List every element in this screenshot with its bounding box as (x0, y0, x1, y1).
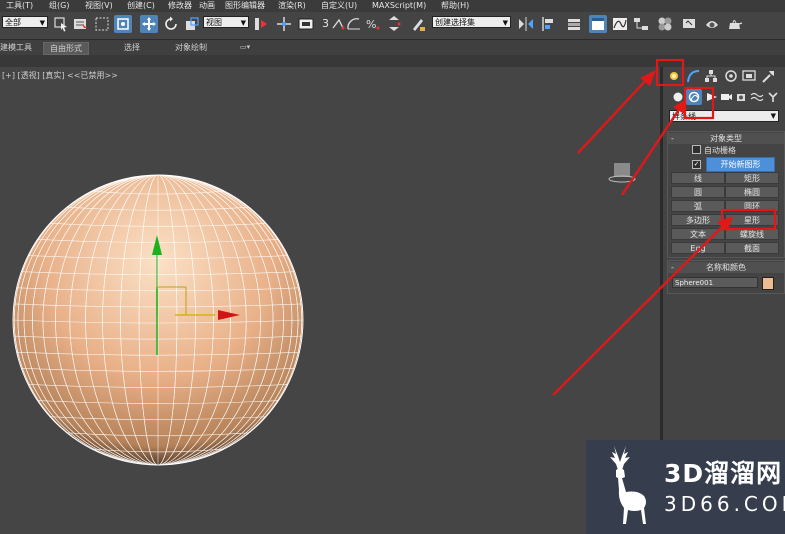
create-category-row (663, 88, 785, 106)
menu-create[interactable]: 创建(C) (127, 0, 155, 12)
menu-group[interactable]: 组(G) (49, 0, 69, 12)
menu-tools[interactable]: 工具(T) (6, 0, 33, 12)
auto-grid-checkbox[interactable]: 自动栅格 (692, 145, 736, 156)
watermark-site-name: 3D溜溜网 (664, 459, 783, 488)
pivot-center-icon[interactable] (252, 15, 270, 33)
menu-views[interactable]: 视图(V) (85, 0, 113, 12)
mirror-icon[interactable] (517, 15, 535, 33)
ribbon-options-icon[interactable]: ▭▾ (240, 42, 250, 53)
keyboard-shortcut-override-icon[interactable] (297, 15, 315, 33)
tab-freeform[interactable]: 自由形式 (43, 42, 89, 55)
selection-filter-value: 全部 (5, 18, 21, 27)
edit-named-selection-icon[interactable] (409, 15, 427, 33)
start-new-shape-checkbox[interactable]: ✓ (692, 160, 701, 169)
rect-selection-region-icon[interactable] (93, 15, 111, 33)
ribbon: 建模工具 自由形式 选择 对象绘制 ▭▾ (0, 39, 785, 56)
percent-snap-icon[interactable]: % (364, 15, 382, 33)
donut-button[interactable]: 圆环 (725, 200, 779, 212)
utilities-tab-icon[interactable] (760, 68, 776, 84)
select-manipulate-icon[interactable] (275, 15, 293, 33)
tab-object-paint[interactable]: 对象绘制 (175, 42, 207, 53)
auto-grid-label: 自动栅格 (704, 146, 736, 155)
egg-button[interactable]: Egg (671, 242, 725, 254)
menu-graph-editors[interactable]: 图形编辑器 (225, 0, 265, 12)
command-panel-tabs (663, 67, 785, 85)
align-icon[interactable] (539, 15, 557, 33)
systems-category-icon[interactable] (765, 89, 781, 105)
menu-customize[interactable]: 自定义(U) (321, 0, 357, 12)
menu-rendering[interactable]: 渲染(R) (278, 0, 306, 12)
create-tab-icon[interactable] (666, 68, 682, 84)
line-button[interactable]: 线 (671, 172, 725, 184)
schematic-view-icon[interactable] (632, 15, 650, 33)
name-color-title-text: 名称和颜色 (706, 263, 746, 272)
arc-button[interactable]: 弧 (671, 200, 725, 212)
section-button[interactable]: 截面 (725, 242, 779, 254)
select-and-rotate-icon[interactable] (162, 15, 180, 33)
reference-coordinate-value: 视图 (206, 18, 222, 27)
snap-toggle-value[interactable]: 3 (322, 18, 329, 30)
menu-help[interactable]: 帮助(H) (441, 0, 469, 12)
space-warps-category-icon[interactable] (749, 89, 765, 105)
helpers-category-icon[interactable] (733, 89, 749, 105)
rendered-frame-window-icon[interactable] (703, 15, 721, 33)
spinner-snap-icon[interactable] (385, 15, 403, 33)
viewport-canvas (12, 174, 304, 466)
ribbon-collapsed-strip (0, 55, 785, 67)
select-object-icon[interactable] (52, 15, 70, 33)
shapes-category-icon[interactable] (686, 89, 702, 105)
scene-explorer-icon[interactable] (589, 15, 607, 33)
tab-selection[interactable]: 选择 (124, 42, 140, 53)
modify-tab-icon[interactable] (685, 68, 701, 84)
display-tab-icon[interactable] (741, 68, 757, 84)
motion-tab-icon[interactable] (723, 68, 739, 84)
object-type-rollout-title[interactable]: - 对象类型 (668, 133, 784, 144)
text-button[interactable]: 文本 (671, 228, 725, 240)
render-production-icon[interactable] (726, 15, 744, 33)
geometry-category-icon[interactable] (670, 89, 686, 105)
star-button[interactable]: 星形 (725, 214, 779, 226)
named-selection-dropdown[interactable]: 创建选择集 ▼ (432, 16, 511, 28)
selection-filter-dropdown[interactable]: 全部 ▼ (2, 16, 48, 28)
select-and-scale-icon[interactable] (183, 15, 201, 33)
shape-category-dropdown[interactable]: 样条线 ▼ (669, 110, 779, 122)
hierarchy-tab-icon[interactable] (703, 68, 719, 84)
helix-button[interactable]: 螺旋线 (725, 228, 779, 240)
material-editor-icon[interactable] (656, 15, 674, 33)
viewcube-icon[interactable] (608, 162, 636, 184)
tab-modeling-tools[interactable]: 建模工具 (0, 42, 32, 53)
menu-animation[interactable]: 动画 (199, 0, 215, 12)
named-selection-value: 创建选择集 (435, 18, 475, 27)
object-name-field[interactable]: Sphere001 (672, 277, 758, 288)
object-type-rollout: - 对象类型 自动栅格 ✓ 开始新图形 线 矩形 圆 椭圆 弧 圆环 多边形 星形… (667, 131, 785, 258)
main-toolbar: 全部 ▼ 视图 ▼ 3 % 创建选择集 ▼ (0, 12, 785, 39)
menu-maxscript[interactable]: MAXScript(M) (372, 0, 426, 12)
cameras-category-icon[interactable] (718, 89, 734, 105)
object-type-title-text: 对象类型 (710, 134, 742, 143)
select-and-move-icon[interactable] (140, 15, 158, 33)
name-color-rollout-title[interactable]: - 名称和颜色 (668, 262, 784, 273)
watermark-domain: 3D66.COM (664, 492, 785, 516)
svg-text:%: % (366, 18, 376, 31)
menu-modifiers[interactable]: 修改器 (168, 0, 192, 12)
menu-bar: 工具(T) 组(G) 视图(V) 创建(C) 修改器 动画 图形编辑器 渲染(R… (0, 0, 785, 12)
reference-coordinate-dropdown[interactable]: 视图 ▼ (203, 16, 249, 28)
layer-manager-icon[interactable] (565, 15, 583, 33)
ngon-button[interactable]: 多边形 (671, 214, 725, 226)
deer-logo-icon (610, 446, 646, 524)
select-by-name-icon[interactable] (71, 15, 89, 33)
circle-button[interactable]: 圆 (671, 186, 725, 198)
ellipse-button[interactable]: 椭圆 (725, 186, 779, 198)
start-new-shape-button[interactable]: 开始新图形 (706, 157, 775, 172)
object-color-swatch[interactable] (762, 277, 774, 290)
rectangle-button[interactable]: 矩形 (725, 172, 779, 184)
curve-editor-icon[interactable] (611, 15, 629, 33)
angle-snap-icon[interactable] (345, 15, 363, 33)
window-crossing-icon[interactable] (114, 15, 132, 33)
render-setup-icon[interactable] (680, 15, 698, 33)
shape-category-value: 样条线 (672, 112, 696, 121)
perspective-viewport[interactable]: [+] [透视] [真实] <<已禁用>> (0, 67, 660, 534)
sphere-object[interactable] (12, 174, 304, 466)
watermark: 3D溜溜网 3D66.COM (586, 440, 785, 534)
